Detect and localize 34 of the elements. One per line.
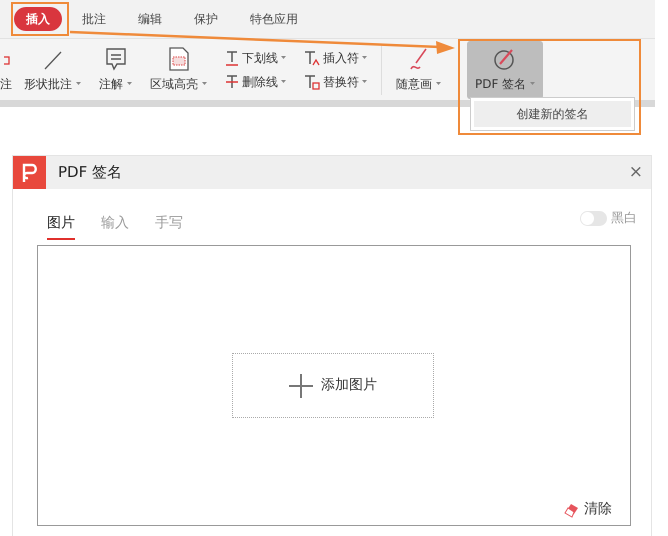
replace-mark-icon <box>304 74 320 90</box>
toolbar-button[interactable]: 下划线 <box>221 48 290 66</box>
toolbar-button[interactable]: 替换符 <box>300 72 371 90</box>
pen-icon <box>408 46 430 70</box>
toolbar-button[interactable]: 区域高亮 <box>142 40 215 98</box>
highlight-frame <box>11 2 69 36</box>
toggle-switch[interactable] <box>580 211 607 226</box>
insert-mark-icon <box>304 50 320 66</box>
ribbon-tab[interactable]: 保护 <box>182 7 230 31</box>
add-image-button[interactable]: 添加图片 <box>232 353 434 418</box>
toolbar-button[interactable]: 注解 <box>91 40 140 98</box>
ribbon-tab[interactable]: 特色应用 <box>238 7 310 31</box>
app-logo-icon <box>13 156 46 189</box>
toolbar-button[interactable]: 插入符 <box>300 48 371 66</box>
toggle-label: 黑白 <box>611 210 637 228</box>
toolbar-button[interactable]: PDF 签名 <box>467 40 544 98</box>
ribbon-tab[interactable]: 编辑 <box>126 7 174 31</box>
strikethrough-icon <box>225 74 239 90</box>
ribbon-tab[interactable]: 插入 <box>14 7 62 31</box>
toolbar-button[interactable]: 随意画 <box>388 40 449 98</box>
toolbar-button[interactable]: 注 <box>0 40 14 98</box>
document-icon <box>168 46 188 70</box>
clear-button[interactable]: 清除 <box>556 498 618 521</box>
underline-icon <box>225 50 239 66</box>
close-button[interactable]: × <box>620 160 651 186</box>
toolbar-button[interactable]: 形状批注 <box>16 40 89 98</box>
tab[interactable]: 图片 <box>47 209 75 240</box>
ribbon-tab[interactable]: 批注 <box>70 7 118 31</box>
plus-icon <box>289 374 313 398</box>
menu-item[interactable]: 创建新的签名 <box>474 101 631 127</box>
dialog-title: PDF 签名 <box>57 162 122 184</box>
speech-bubble-icon <box>104 46 126 70</box>
toolbar-button[interactable]: 删除线 <box>221 72 290 90</box>
eraser-icon <box>562 502 580 518</box>
